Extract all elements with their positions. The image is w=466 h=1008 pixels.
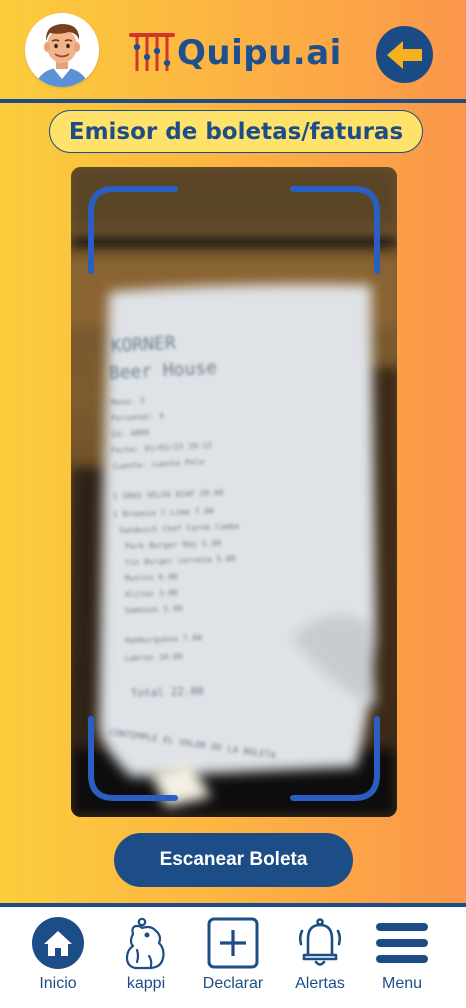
plus-square-icon: [205, 915, 261, 971]
receipt-line: Muslos 6.00: [125, 572, 178, 583]
nav-item-kappi[interactable]: kappi: [101, 915, 191, 1003]
bell-icon: [292, 915, 348, 971]
nav-item-menu[interactable]: Menu: [357, 915, 447, 1003]
arrow-left-icon: [386, 40, 422, 69]
back-button[interactable]: [376, 26, 433, 83]
bottom-navigation: Inicio kappi Declarar Alertas Menu: [0, 907, 466, 1008]
receipt-line: Alitas 3.00: [125, 588, 178, 599]
capybara-icon: [118, 915, 174, 971]
nav-item-inicio[interactable]: Inicio: [13, 915, 103, 1003]
home-icon: [30, 915, 86, 971]
nav-label-menu: Menu: [381, 975, 423, 992]
nav-label-alertas: Alertas: [295, 975, 345, 992]
page-title: Emisor de boletas/faturas: [49, 110, 423, 153]
scan-receipt-button[interactable]: Escanear Boleta: [114, 833, 353, 887]
nav-item-alertas[interactable]: Alertas: [275, 915, 365, 1003]
app-logo: Quipu.ai: [128, 28, 343, 78]
hamburger-menu-icon: [374, 915, 430, 971]
nav-label-declarar: Declarar: [202, 975, 264, 992]
user-avatar[interactable]: [25, 13, 99, 87]
receipt-line: Total 22.00: [131, 684, 204, 700]
nav-label-inicio: Inicio: [39, 975, 77, 992]
receipt-line: KORNER: [110, 333, 176, 357]
camera-preview[interactable]: KORNER Beer House Mesa: 3 Personas: 4 Id: 40…: [71, 167, 397, 817]
receipt-photo: KORNERBeer HouseMesa: 3Personas: 4Id: 40…: [71, 167, 397, 817]
app-name: Quipu.ai: [177, 33, 342, 73]
quipu-logo-icon: [129, 33, 175, 71]
nav-label-kappi: kappi: [126, 975, 166, 992]
nav-item-declarar[interactable]: Declarar: [188, 915, 278, 1003]
header-divider: [0, 99, 466, 103]
avatar-illustration: [25, 13, 99, 87]
app-header: Quipu.ai: [0, 0, 466, 102]
receipt-line: Mesa: 3: [111, 396, 145, 407]
